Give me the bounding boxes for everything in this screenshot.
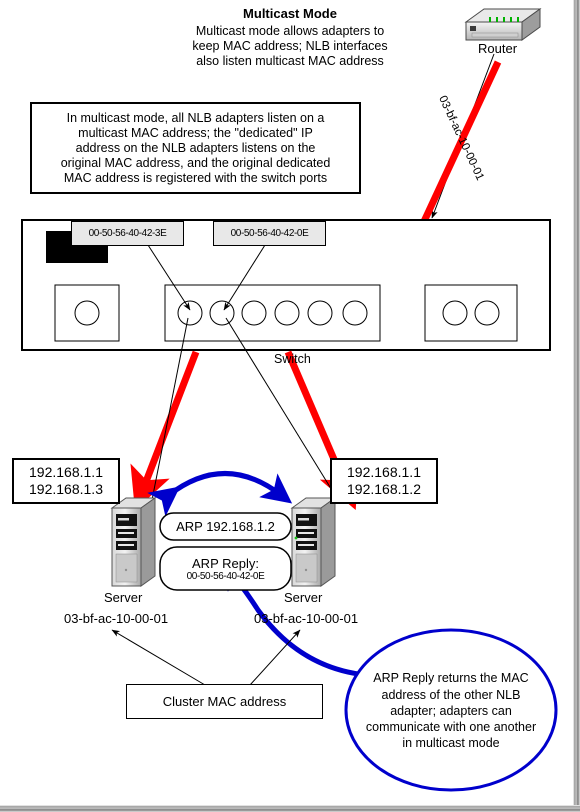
server-right-ip-2: 192.168.1.2 [347,481,421,497]
cluster-mac-leader-left [111,629,206,686]
subtitle-line-1: Multicast mode allows adapters to [195,24,385,38]
switch-to-server-red-arrows [130,350,359,511]
server-label-left: Server [104,590,143,605]
server-right-ip-1: 192.168.1.1 [347,464,421,481]
description-box: In multicast mode, all NLB adapters list… [30,102,361,194]
server-left-ip-2: 192.168.1.3 [29,481,103,497]
arp-exchange-arc [147,471,293,517]
router-icon [464,8,542,41]
diagram-canvas: Multicast Mode Multicast mode allows ada… [0,0,580,812]
description-line-5: MAC address is registered with the switc… [63,170,328,185]
server-ip-box-left: 192.168.1.1 192.168.1.3 [12,458,120,504]
cluster-mac-text-left: 03-bf-ac-10-00-01 [64,611,169,626]
description-line-2: multicast MAC address; the "dedicated" I… [78,125,313,140]
switch-label: Switch [274,352,311,366]
cluster-mac-text-right: 03-bf-ac-10-00-01 [254,611,359,626]
arp-reply-bubble [159,546,292,591]
server-label-right: Server [284,590,323,605]
server-icon-right [290,497,337,587]
frame-border-bottom [0,805,580,812]
server-icon-left [110,497,157,587]
server-left-ip-1: 192.168.1.1 [29,464,103,481]
cluster-mac-leader-right [249,629,301,686]
port-mac-label-1: 00-50-56-40-42-3E [71,221,184,246]
frame-border-right [573,0,580,812]
arp-request-bubble [159,512,292,541]
description-line-1: In multicast mode, all NLB adapters list… [66,110,325,125]
port-mac-label-2: 00-50-56-40-42-0E [213,221,326,246]
description-line-3: address on the NLB adapters listens on t… [75,140,316,155]
subtitle-line-2: keep MAC address; NLB interfaces [192,39,388,53]
callout-ellipse [344,628,558,792]
cluster-mac-address-box: Cluster MAC address [126,684,323,719]
description-line-4: original MAC address, and the original d… [60,155,331,170]
server-ip-box-right: 192.168.1.1 192.168.1.2 [330,458,438,504]
subtitle-line-3: also listen multicast MAC address [196,54,384,68]
page-title: Multicast Mode [243,6,337,21]
router-label: Router [478,41,518,56]
